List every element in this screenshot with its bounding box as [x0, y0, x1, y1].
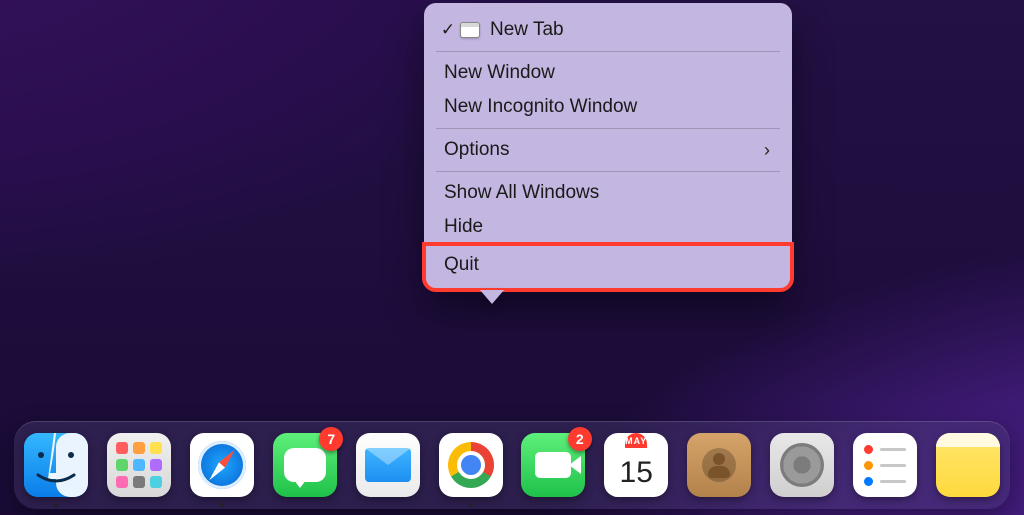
chevron-right-icon: ›	[764, 140, 770, 161]
contacts-icon	[687, 433, 751, 497]
mail-icon	[356, 433, 420, 497]
dock-item-finder[interactable]	[24, 433, 89, 497]
safari-icon	[190, 433, 254, 497]
launchpad-icon	[107, 433, 171, 497]
dock-item-launchpad[interactable]	[107, 433, 172, 497]
menu-item-show-all-windows[interactable]: Show All Windows	[424, 176, 792, 210]
dock-item-calendar[interactable]: MAY 15	[604, 433, 669, 497]
menu-item-new-incognito-window[interactable]: New Incognito Window	[424, 90, 792, 124]
running-indicator	[220, 503, 224, 507]
dock-item-mail[interactable]	[355, 433, 420, 497]
dock-item-contacts[interactable]	[687, 433, 752, 497]
menu-item-hide[interactable]: Hide	[424, 210, 792, 244]
reminders-icon	[853, 433, 917, 497]
menu-item-new-window[interactable]: New Window	[424, 56, 792, 90]
notes-icon	[936, 433, 1000, 497]
dock-item-reminders[interactable]	[852, 433, 917, 497]
menu-item-quit[interactable]: Quit	[424, 244, 792, 290]
calendar-month: MAY	[625, 433, 647, 448]
dock: 7 2 MAY 15	[14, 421, 1010, 509]
menu-item-label: Quit	[444, 254, 479, 276]
menu-item-label: Show All Windows	[444, 182, 599, 204]
calendar-day: 15	[620, 448, 653, 497]
menu-item-options[interactable]: Options ›	[424, 133, 792, 167]
notification-badge: 2	[568, 427, 592, 451]
running-indicator	[54, 503, 58, 507]
menu-item-label: New Window	[444, 62, 555, 84]
dock-item-messages[interactable]: 7	[272, 433, 337, 497]
gear-icon	[770, 433, 834, 497]
dock-item-safari[interactable]	[190, 433, 255, 497]
finder-icon	[24, 433, 88, 497]
checkmark-icon: ✓	[438, 20, 458, 40]
menu-item-label: New Tab	[490, 19, 564, 41]
menu-pointer	[480, 290, 504, 304]
notification-badge: 7	[319, 427, 343, 451]
dock-item-settings[interactable]	[769, 433, 834, 497]
dock-item-chrome[interactable]	[438, 433, 503, 497]
calendar-icon: MAY 15	[604, 433, 668, 497]
menu-item-label: New Incognito Window	[444, 96, 637, 118]
chrome-icon	[439, 433, 503, 497]
menu-item-label: Hide	[444, 216, 483, 238]
dock-item-facetime[interactable]: 2	[521, 433, 586, 497]
window-icon	[460, 22, 480, 38]
desktop: ✓ New Tab New Window New Incognito Windo…	[0, 0, 1024, 515]
dock-item-notes[interactable]	[935, 433, 1000, 497]
menu-item-label: Options	[444, 139, 509, 161]
dock-context-menu: ✓ New Tab New Window New Incognito Windo…	[424, 3, 792, 290]
running-indicator	[469, 503, 473, 507]
menu-item-new-tab[interactable]: ✓ New Tab	[424, 13, 792, 47]
